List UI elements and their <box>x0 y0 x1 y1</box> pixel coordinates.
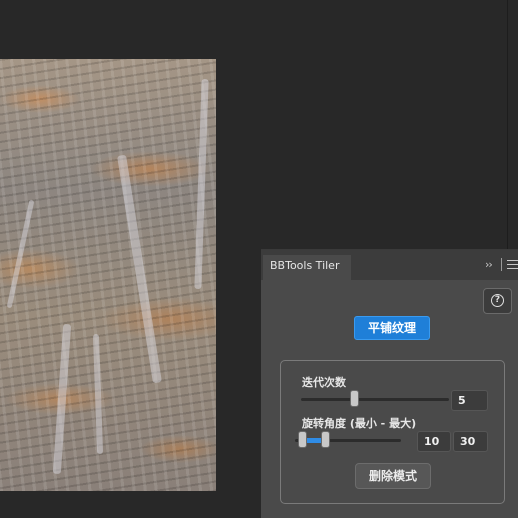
tile-texture-button[interactable]: 平铺纹理 <box>354 316 430 340</box>
delete-pattern-button[interactable]: 删除模式 <box>355 463 431 489</box>
panel-tab[interactable]: BBTools Tiler <box>263 255 352 280</box>
iterations-input[interactable]: 5 <box>451 390 488 411</box>
settings-group: 迭代次数 5 旋转角度 (最小 - 最大) 10 30 删除模式 <box>280 360 505 504</box>
texture-streak <box>194 78 209 290</box>
texture-streak <box>92 333 104 455</box>
texture-streak <box>117 154 162 384</box>
iterations-slider-track[interactable] <box>301 398 449 401</box>
header-separator <box>501 258 502 271</box>
texture-streak <box>52 323 72 475</box>
bbtools-tiler-panel: BBTools Tiler ›› ? 平铺纹理 迭代次数 5 旋转角度 (最小 … <box>261 249 518 518</box>
rotation-min-input[interactable]: 10 <box>417 431 451 452</box>
tiled-texture-image <box>0 59 216 491</box>
panel-header: BBTools Tiler ›› <box>261 250 518 280</box>
hamburger-menu-icon[interactable] <box>507 260 518 269</box>
rotation-label: 旋转角度 (最小 - 最大) <box>302 417 417 430</box>
double-chevron-right-icon[interactable]: ›› <box>485 258 493 271</box>
rotation-min-thumb[interactable] <box>298 431 308 448</box>
iterations-slider-thumb[interactable] <box>350 390 360 407</box>
rotation-max-input[interactable]: 30 <box>453 431 488 452</box>
iterations-label: 迭代次数 <box>302 376 346 389</box>
texture-streak <box>6 199 35 309</box>
panel-bottom-edge <box>261 513 518 518</box>
help-circle-icon: ? <box>491 294 504 307</box>
help-button[interactable]: ? <box>483 288 512 314</box>
rotation-max-thumb[interactable] <box>320 431 330 448</box>
